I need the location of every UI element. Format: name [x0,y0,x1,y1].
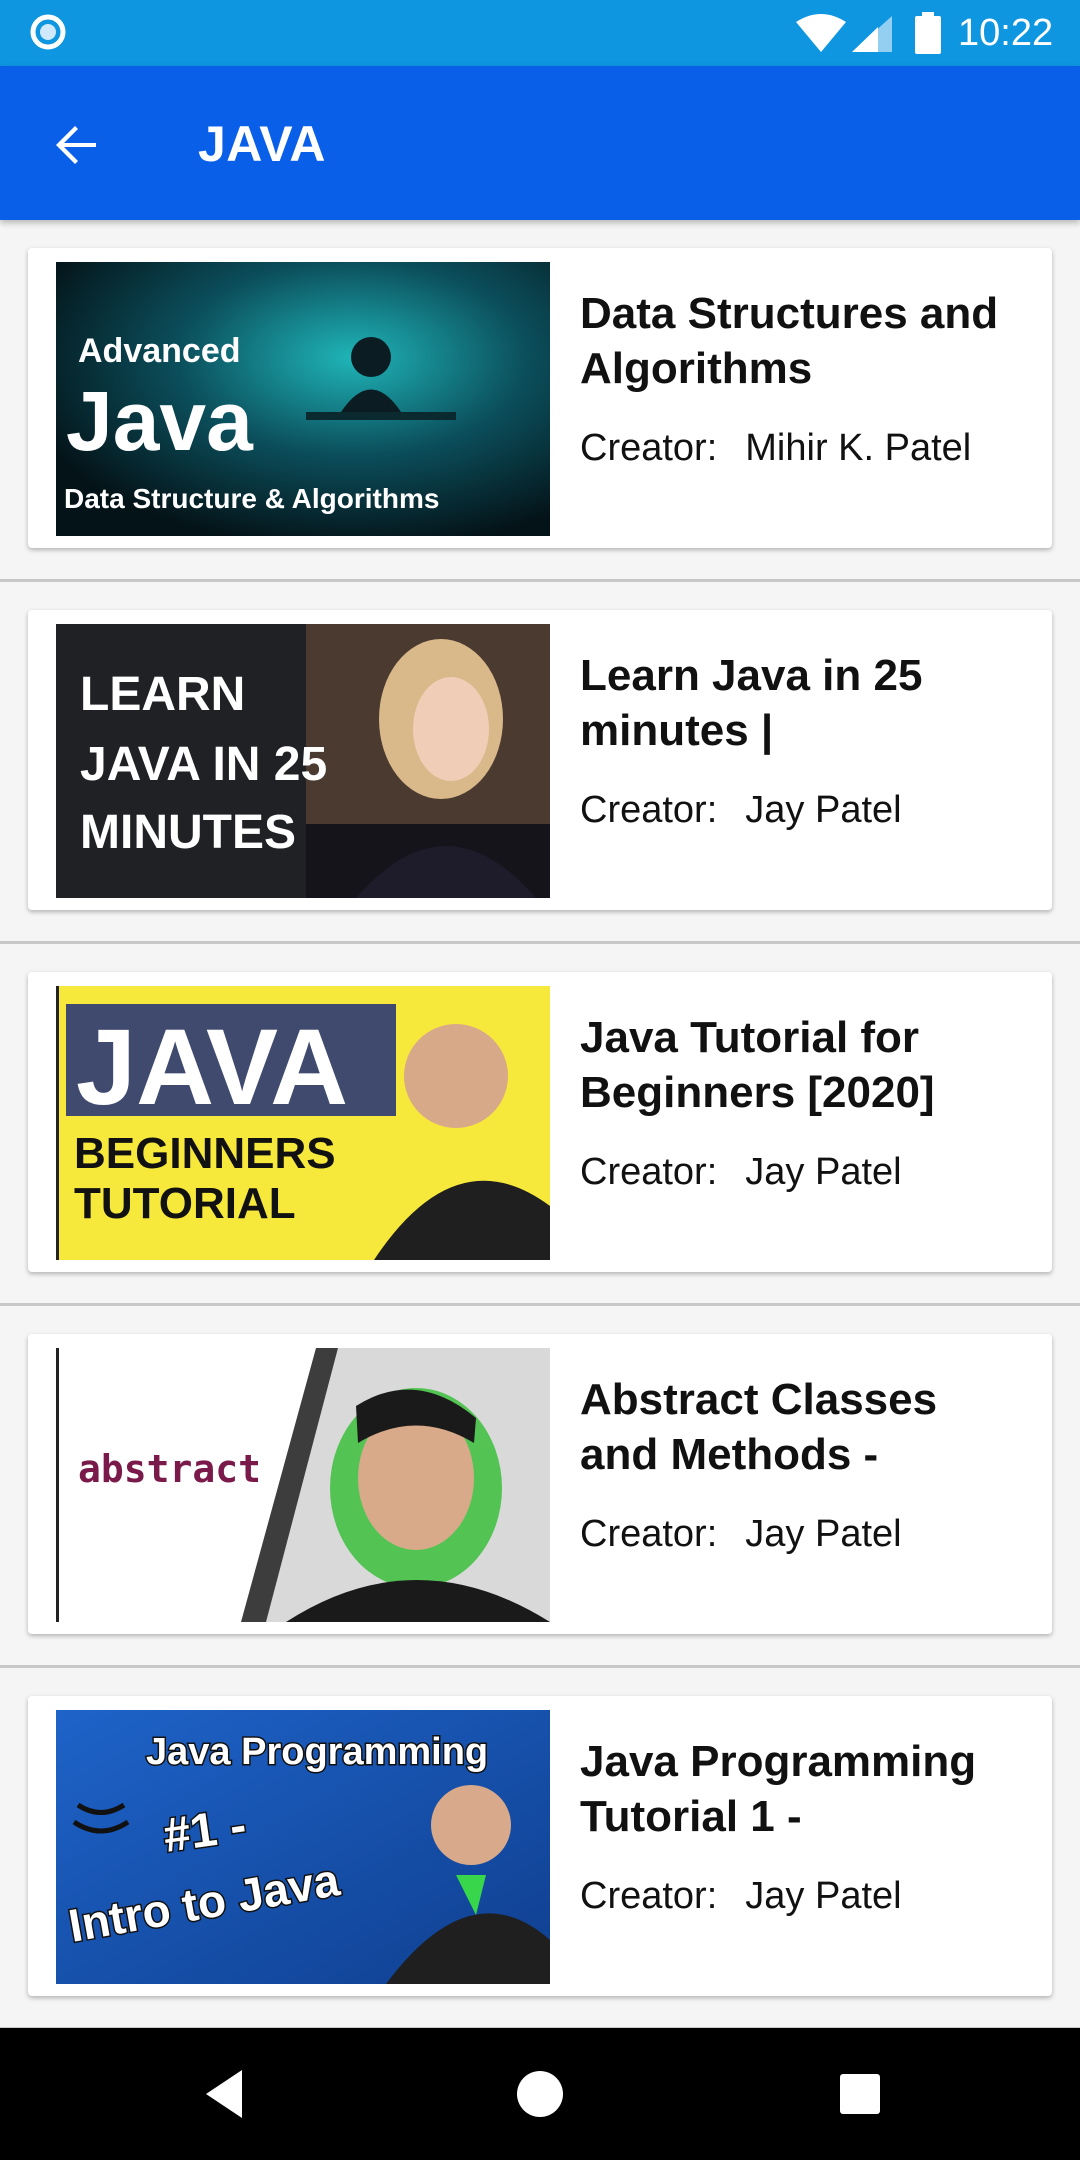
wifi-icon [796,14,846,52]
page-title: JAVA [198,116,326,172]
list-item: abstract Abstract Classes and Methods - … [0,1306,1080,1668]
creator-label: Creator: [580,789,718,831]
thumb-line-2: BEGINNERS [74,1129,336,1178]
thumb-line-2: JAVA IN 25 [80,738,327,791]
list-item: Java Programming #1 - Intro to Java Java… [0,1668,1080,2030]
creator-name: Jay Patel [745,1513,902,1555]
course-title: Java Tutorial for Beginners [2020] [580,1013,935,1117]
course-card[interactable]: Advanced Java Data Structure & Algorithm… [28,248,1052,548]
creator-name: Jay Patel [745,789,902,831]
status-bar: 10:22 [0,0,1080,66]
course-thumbnail: abstract [56,1348,550,1622]
course-thumbnail: JAVA BEGINNERS TUTORIAL [56,986,550,1260]
nav-recents-icon[interactable] [830,2064,890,2124]
course-list: Advanced Java Data Structure & Algorithm… [0,220,1080,2030]
course-creator: Creator: Jay Patel [580,1872,902,1920]
course-creator: Creator: Jay Patel [580,786,902,834]
thumb-line-1: JAVA [76,1006,348,1127]
thumb-line-1: Advanced [78,332,241,370]
course-thumbnail: Advanced Java Data Structure & Algorithm… [56,262,550,536]
creator-label: Creator: [580,1513,718,1555]
course-title: Abstract Classes and Methods - [580,1375,938,1479]
thumb-line-2: Java [66,374,254,468]
signal-icon [852,16,892,52]
thumb-line-1: LEARN [80,668,245,721]
creator-name: Mihir K. Patel [745,427,972,469]
creator-label: Creator: [580,1875,718,1917]
navigation-bar [0,2028,1080,2160]
course-card[interactable]: LEARN JAVA IN 25 MINUTES Learn Java in 2… [28,610,1052,910]
course-card[interactable]: abstract Abstract Classes and Methods - … [28,1334,1052,1634]
thumb-line-1: abstract [78,1447,261,1491]
back-button[interactable] [40,109,112,181]
app-bar: JAVA [0,66,1080,220]
notification-icon [30,14,66,50]
list-item: JAVA BEGINNERS TUTORIAL Java Tutorial fo… [0,944,1080,1306]
course-creator: Creator: Jay Patel [580,1148,902,1196]
creator-label: Creator: [580,1151,718,1193]
creator-name: Jay Patel [745,1875,902,1917]
course-title: Learn Java in 25 minutes | [580,651,923,755]
status-time: 10:22 [958,12,1054,54]
thumb-line-3: MINUTES [80,806,296,859]
nav-home-icon[interactable] [510,2064,570,2124]
creator-name: Jay Patel [745,1151,902,1193]
course-title: Data Structures and Algorithms [580,289,999,393]
course-creator: Creator: Mihir K. Patel [580,424,971,472]
course-creator: Creator: Jay Patel [580,1510,902,1558]
thumb-line-3: Data Structure & Algorithms [64,483,439,514]
battery-icon [915,12,941,54]
arrow-back-icon [56,126,96,164]
course-card[interactable]: JAVA BEGINNERS TUTORIAL Java Tutorial fo… [28,972,1052,1272]
thumb-line-3: TUTORIAL [74,1179,296,1228]
creator-label: Creator: [580,427,718,469]
list-item: Advanced Java Data Structure & Algorithm… [0,220,1080,582]
course-card[interactable]: Java Programming #1 - Intro to Java Java… [28,1696,1052,1996]
course-thumbnail: LEARN JAVA IN 25 MINUTES [56,624,550,898]
thumb-line-1: Java Programming [146,1731,488,1773]
course-thumbnail: Java Programming #1 - Intro to Java [56,1710,550,1984]
nav-back-icon[interactable] [196,2064,256,2124]
course-title: Java Programming Tutorial 1 - [580,1737,977,1841]
list-item: LEARN JAVA IN 25 MINUTES Learn Java in 2… [0,582,1080,944]
